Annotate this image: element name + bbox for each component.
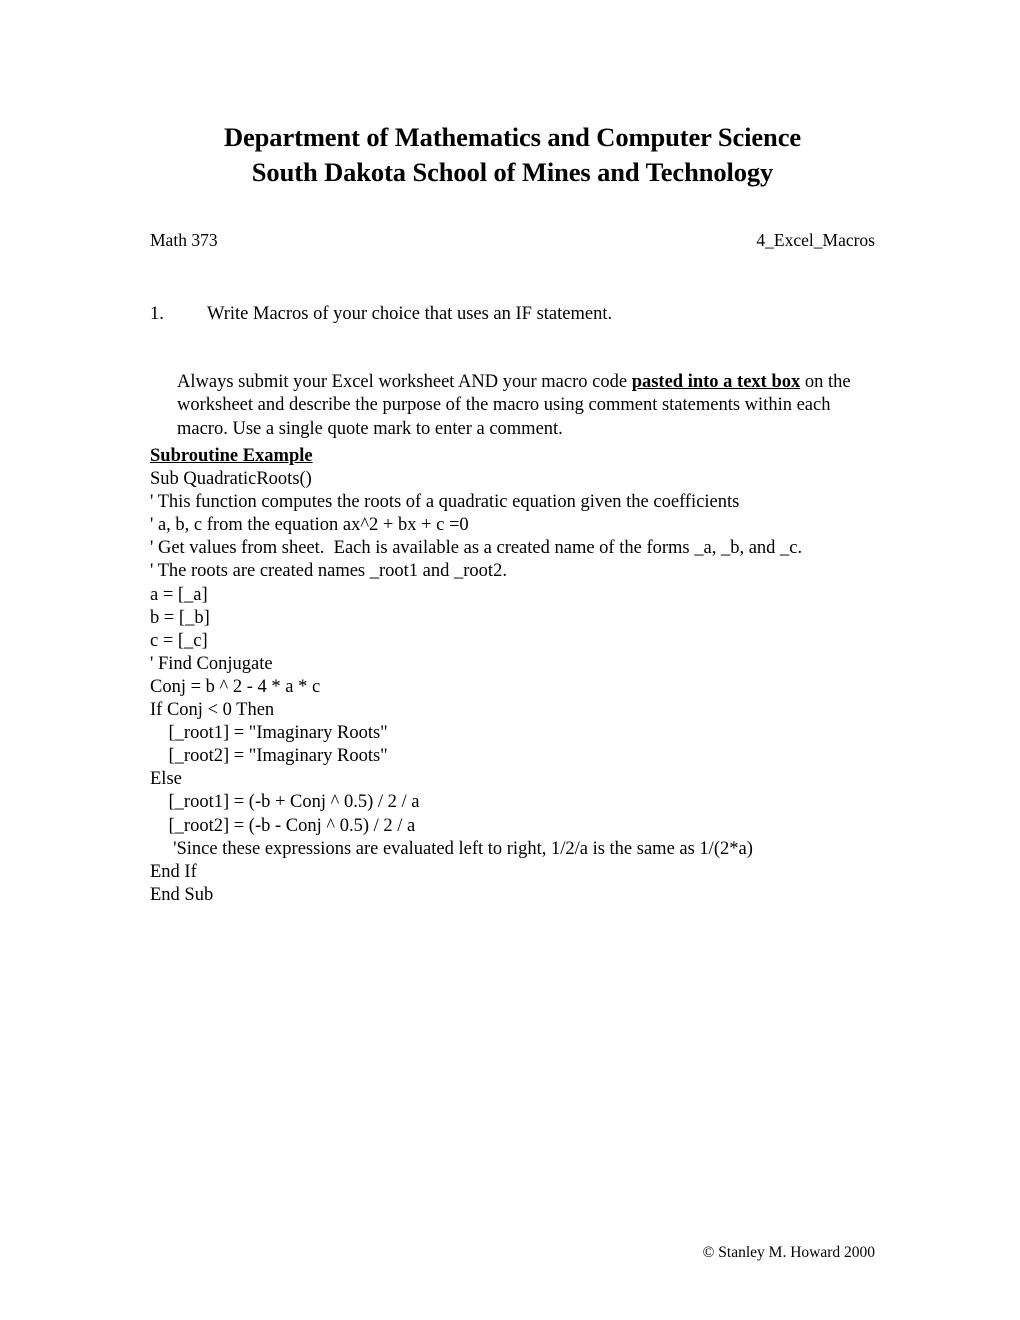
- title-line-department: Department of Mathematics and Computer S…: [223, 122, 802, 152]
- course-assignment-row: Math 373 4_Excel_Macros: [150, 229, 875, 251]
- code-line: [_root1] = "Imaginary Roots": [150, 723, 388, 744]
- code-line: Conj = b ^ 2 - 4 * a * c: [150, 676, 321, 697]
- code-line: ' Get values from sheet. Each is availab…: [150, 538, 803, 559]
- code-line: End If: [150, 861, 197, 882]
- code-listing-heading: Subroutine Example: [150, 446, 313, 466]
- assignment-label: 4_Excel_Macros: [756, 230, 875, 250]
- document-title: Department of Mathematics and Computer S…: [150, 120, 875, 190]
- code-listing: Subroutine Example Sub QuadraticRoots() '…: [150, 445, 910, 907]
- title-line-school: South Dakota School of Mines and Technol…: [251, 157, 774, 187]
- code-line: ' Find Conjugate: [150, 653, 273, 674]
- code-lines-container: Sub QuadraticRoots() ' This function comp…: [150, 468, 910, 907]
- code-line: ' a, b, c from the equation ax^2 + bx + …: [150, 515, 469, 536]
- code-line: b = [_b]: [150, 607, 210, 628]
- code-line: 'Since these expressions are evaluated l…: [150, 838, 753, 859]
- code-line: a = [_a]: [150, 584, 208, 605]
- code-line: [_root1] = (-b + Conj ^ 0.5) / 2 / a: [150, 792, 420, 813]
- code-line: [_root2] = (-b - Conj ^ 0.5) / 2 / a: [150, 815, 416, 836]
- code-line: Else: [150, 769, 182, 790]
- instructions-paragraph: Always submit your Excel worksheet AND y…: [177, 371, 877, 442]
- instructions-before-bold: Always submit your Excel worksheet AND y…: [177, 371, 632, 392]
- code-line: If Conj < 0 Then: [150, 700, 275, 721]
- task-item-1: 1. Write Macros of your choice that uses …: [150, 303, 880, 326]
- instructions-emphasis: pasted into a text box: [631, 371, 801, 392]
- task-text: Write Macros of your choice that uses an…: [207, 304, 613, 324]
- code-line: Sub QuadraticRoots(): [150, 469, 312, 490]
- code-line: ' This function computes the roots of a …: [150, 492, 740, 513]
- task-number: 1.: [150, 304, 164, 324]
- code-line: End Sub: [150, 884, 214, 905]
- copyright-footer: © Stanley M. Howard 2000: [702, 1244, 875, 1261]
- code-line: [_root2] = "Imaginary Roots": [150, 746, 388, 767]
- code-line: c = [_c]: [150, 630, 208, 651]
- course-label: Math 373: [150, 230, 218, 250]
- document-page: Department of Mathematics and Computer S…: [0, 0, 1020, 1320]
- code-line: ' The roots are created names _root1 and…: [150, 561, 507, 582]
